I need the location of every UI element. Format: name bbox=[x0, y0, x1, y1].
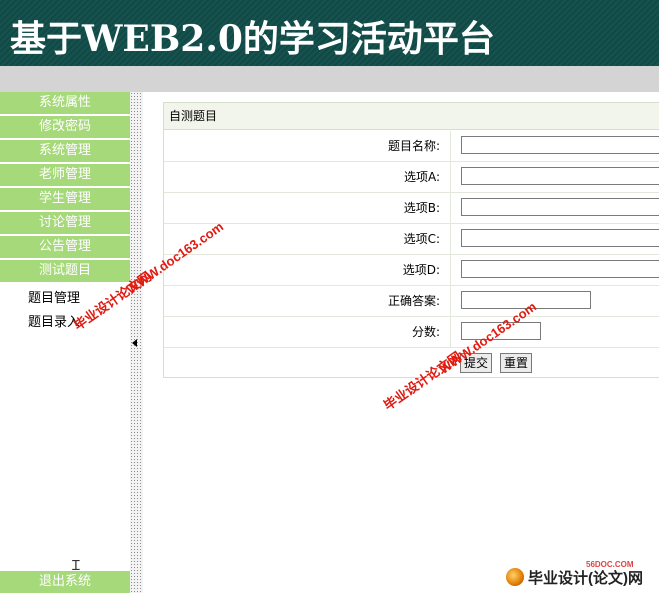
sidebar-item-label: 学生管理 bbox=[38, 191, 91, 206]
sidebar-item-discussion-management[interactable]: 讨论管理 bbox=[0, 212, 130, 236]
form-row-option-c: 选项C: bbox=[164, 224, 659, 255]
sidebar-item-label: 公告管理 bbox=[38, 239, 91, 254]
field-label: 选项D: bbox=[164, 255, 451, 285]
sidebar-item-label: 系统属性 bbox=[38, 95, 91, 110]
field-label: 选项B: bbox=[164, 193, 451, 223]
page-title: 基于WEB2.0的学习活动平台 bbox=[10, 18, 495, 60]
form-row-option-d: 选项D: bbox=[164, 255, 659, 286]
sidebar-item-test-questions[interactable]: 测试题目 bbox=[0, 260, 130, 284]
option-c-input[interactable] bbox=[461, 229, 659, 247]
form-row-option-b: 选项B: bbox=[164, 193, 659, 224]
field-label: 正确答案: bbox=[164, 286, 451, 316]
logo-text: 毕业设计(论文)网 bbox=[528, 570, 643, 587]
form-row-actions: 提交 重置 bbox=[164, 348, 659, 378]
question-form-panel: 自测题目 题目名称: 选项A: 选项B: 选项C: 选项D: 正确答案: 分数:… bbox=[163, 102, 659, 378]
app-header: 基于WEB2.0的学习活动平台 bbox=[0, 0, 659, 66]
sidebar-subitem-question-management[interactable]: 题目管理 bbox=[28, 287, 80, 306]
logout-label: 退出系统 bbox=[38, 574, 91, 589]
sidebar-item-label: 修改密码 bbox=[38, 119, 91, 134]
sidebar-item-teacher-management[interactable]: 老师管理 bbox=[0, 164, 130, 188]
field-label: 分数: bbox=[164, 317, 451, 347]
option-d-input[interactable] bbox=[461, 260, 659, 278]
sidebar-item-label: 测试题目 bbox=[38, 263, 91, 278]
logout-button[interactable]: 退出系统 bbox=[0, 571, 130, 593]
text-cursor-icon: Ɪ bbox=[72, 558, 80, 574]
sidebar: 系统属性 修改密码 系统管理 老师管理 学生管理 讨论管理 公告管理 测试题目 … bbox=[0, 92, 130, 593]
sidebar-item-system-management[interactable]: 系统管理 bbox=[0, 140, 130, 164]
collapse-arrow-icon[interactable] bbox=[132, 339, 137, 347]
question-title-input[interactable] bbox=[461, 136, 659, 154]
logo-globe-icon bbox=[506, 568, 524, 586]
field-label: 题目名称: bbox=[164, 131, 451, 161]
header-subbar bbox=[0, 66, 659, 92]
option-a-input[interactable] bbox=[461, 167, 659, 185]
form-row-title: 题目名称: bbox=[164, 131, 659, 162]
form-row-score: 分数: bbox=[164, 317, 659, 348]
field-label: 选项A: bbox=[164, 162, 451, 192]
form-row-answer: 正确答案: bbox=[164, 286, 659, 317]
sidebar-item-announcement-management[interactable]: 公告管理 bbox=[0, 236, 130, 260]
sidebar-item-label: 讨论管理 bbox=[38, 215, 91, 230]
sidebar-item-change-password[interactable]: 修改密码 bbox=[0, 116, 130, 140]
panel-title: 自测题目 bbox=[164, 103, 659, 130]
option-b-input[interactable] bbox=[461, 198, 659, 216]
reset-button[interactable]: 重置 bbox=[500, 353, 533, 373]
site-logo: 56DOC.COM 毕业设计(论文)网 bbox=[498, 560, 659, 593]
sidebar-item-label: 老师管理 bbox=[38, 167, 91, 182]
form-row-option-a: 选项A: bbox=[164, 162, 659, 193]
sidebar-item-student-management[interactable]: 学生管理 bbox=[0, 188, 130, 212]
sidebar-item-label: 系统管理 bbox=[38, 143, 91, 158]
sidebar-item-system-properties[interactable]: 系统属性 bbox=[0, 92, 130, 116]
